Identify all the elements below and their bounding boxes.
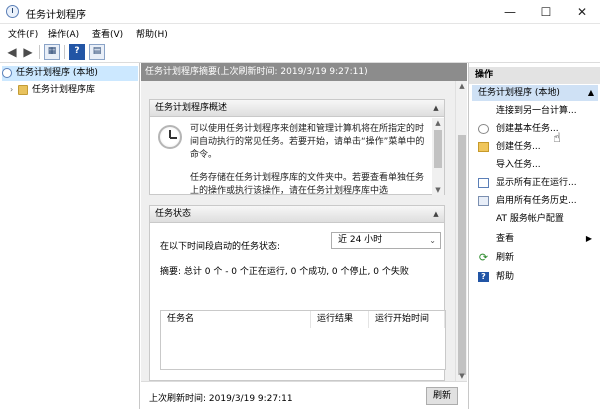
- column-header-run-start[interactable]: 运行开始时间: [369, 311, 445, 328]
- last-refresh-text: 上次刷新时间: 2019/3/19 9:27:11: [149, 394, 293, 404]
- action-help[interactable]: ? 帮助: [472, 268, 598, 286]
- action-label: AT 服务帐户配置: [496, 214, 564, 224]
- action-show-running[interactable]: 显示所有正在运行...: [472, 174, 598, 192]
- clock-icon: [2, 67, 12, 78]
- action-enable-history[interactable]: 启用所有任务历史...: [472, 192, 598, 210]
- refresh-icon: ⟳: [478, 251, 489, 264]
- action-label: 导入任务...: [496, 160, 541, 170]
- overview-para-2: 任务存储在任务计划程序库的文件夹中。若要查看单独任务上的操作或执行该操作，请在任…: [190, 173, 425, 196]
- menu-view[interactable]: 查看(V): [92, 27, 123, 40]
- action-import-task[interactable]: 导入任务...: [472, 156, 598, 174]
- status-title: 任务状态: [155, 209, 192, 219]
- column-header-run-result[interactable]: 运行结果: [311, 311, 369, 328]
- action-at-service-config[interactable]: AT 服务帐户配置: [472, 210, 598, 228]
- submenu-arrow-icon: ▶: [585, 234, 592, 243]
- help-icon[interactable]: ?: [69, 44, 85, 60]
- tree-item-root[interactable]: 任务计划程序 (本地): [2, 66, 138, 81]
- time-range-select[interactable]: 近 24 小时 ⌄: [331, 232, 441, 249]
- task-table: 任务名 运行结果 运行开始时间: [160, 310, 446, 370]
- properties-icon[interactable]: ▤: [89, 44, 105, 60]
- summary-header: 任务计划程序摘要(上次刷新时间: 2019/3/19 9:27:11): [141, 63, 467, 81]
- actions-pane: 操作 任务计划程序 (本地) ▲ 连接到另一台计算... 创建基本任务... 创…: [468, 63, 600, 409]
- overview-scrollbar[interactable]: ▲ ▼: [432, 118, 444, 195]
- scroll-down-icon[interactable]: ▼: [456, 371, 468, 381]
- action-refresh[interactable]: ⟳ 刷新: [472, 249, 598, 267]
- action-label: 显示所有正在运行...: [496, 178, 577, 188]
- status-section-header[interactable]: 任务状态 ▲: [150, 206, 444, 223]
- toolbar: ◀ ▶ ▦ ? ▤: [0, 41, 600, 63]
- help-icon: ?: [478, 272, 489, 282]
- menu-action[interactable]: 操作(A): [48, 27, 79, 40]
- expand-icon[interactable]: ›: [10, 82, 18, 97]
- menu-bar: 文件(F) 操作(A) 查看(V) 帮助(H): [0, 24, 600, 41]
- collapse-icon[interactable]: ▲: [588, 85, 594, 101]
- hand-cursor-icon: ☝: [553, 131, 561, 146]
- toolbar-separator: [39, 45, 40, 59]
- folder-icon: [18, 84, 28, 95]
- wizard-icon: [478, 124, 489, 134]
- scroll-up-icon[interactable]: ▲: [456, 81, 468, 91]
- status-summary: 摘要: 总计 0 个 - 0 个正在运行, 0 个成功, 0 个停止, 0 个失…: [160, 267, 409, 277]
- status-filter-label: 在以下时间段启动的任务状态:: [160, 242, 281, 252]
- center-pane: 任务计划程序摘要(上次刷新时间: 2019/3/19 9:27:11) 任务计划…: [141, 63, 467, 409]
- actions-group-label: 任务计划程序 (本地): [478, 88, 560, 98]
- collapse-icon[interactable]: ▲: [432, 211, 440, 218]
- overview-title: 任务计划程序概述: [155, 103, 228, 113]
- action-view[interactable]: 查看 ▶: [472, 230, 598, 248]
- toolbar-separator: [64, 45, 65, 59]
- tree-library-label: 任务计划程序库: [32, 85, 96, 95]
- tree-root-label: 任务计划程序 (本地): [16, 68, 98, 78]
- center-scrollbar[interactable]: ▲ ▼: [455, 81, 467, 381]
- tree-item-library[interactable]: › 任务计划程序库: [10, 82, 95, 97]
- action-label: 创建任务...: [496, 142, 541, 152]
- time-range-value: 近 24 小时: [338, 235, 383, 245]
- overview-para-1: 可以使用任务计划程序来创建和管理计算机将在所指定的时间自动执行的常见任务。若要开…: [190, 124, 425, 160]
- action-label: 启用所有任务历史...: [496, 196, 577, 206]
- action-label: 创建基本任务...: [496, 124, 559, 134]
- list-icon: [478, 178, 489, 188]
- show-tree-icon[interactable]: ▦: [44, 44, 60, 60]
- back-arrow-icon[interactable]: ◀: [4, 44, 20, 60]
- minimize-button[interactable]: —: [492, 0, 528, 24]
- action-label: 查看: [496, 234, 515, 244]
- action-create-task[interactable]: 创建任务...: [472, 138, 598, 156]
- center-footer: 上次刷新时间: 2019/3/19 9:27:11 刷新: [141, 381, 467, 409]
- actions-group-header[interactable]: 任务计划程序 (本地) ▲: [472, 85, 598, 101]
- action-label: 帮助: [496, 272, 515, 282]
- maximize-button[interactable]: ☐: [528, 0, 564, 24]
- summary-body: 任务计划程序概述 ▲ 可以使用任务计划程序来创建和管理计算机将在所指定的时间自动…: [141, 81, 455, 381]
- chevron-down-icon: ⌄: [429, 236, 436, 245]
- menu-help[interactable]: 帮助(H): [136, 27, 168, 40]
- refresh-button[interactable]: 刷新: [426, 387, 458, 405]
- overview-section: 任务计划程序概述 ▲ 可以使用任务计划程序来创建和管理计算机将在所指定的时间自动…: [149, 99, 445, 198]
- actions-header: 操作: [469, 67, 600, 84]
- clock-icon: [158, 125, 182, 149]
- history-icon: [478, 196, 489, 206]
- action-label: 连接到另一台计算...: [496, 106, 577, 116]
- title-bar: 任务计划程序 — ☐ ✕: [0, 0, 600, 24]
- menu-file[interactable]: 文件(F): [8, 27, 38, 40]
- navigation-tree: 任务计划程序 (本地) › 任务计划程序库: [0, 63, 140, 409]
- action-create-basic-task[interactable]: 创建基本任务...: [472, 120, 598, 138]
- scroll-up-icon[interactable]: ▲: [432, 118, 444, 128]
- column-header-task-name[interactable]: 任务名: [161, 311, 311, 328]
- forward-arrow-icon[interactable]: ▶: [20, 44, 36, 60]
- scroll-thumb[interactable]: [458, 135, 466, 375]
- overview-text: 可以使用任务计划程序来创建和管理计算机将在所指定的时间自动执行的常见任务。若要开…: [190, 123, 430, 198]
- close-button[interactable]: ✕: [564, 0, 600, 24]
- scroll-thumb[interactable]: [434, 130, 442, 168]
- new-task-icon: [478, 142, 489, 152]
- collapse-icon[interactable]: ▲: [432, 105, 440, 112]
- action-label: 刷新: [496, 253, 515, 263]
- action-connect-computer[interactable]: 连接到另一台计算...: [472, 102, 598, 120]
- task-status-section: 任务状态 ▲ 在以下时间段启动的任务状态: 近 24 小时 ⌄ 摘要: 总计 0…: [149, 205, 446, 381]
- overview-section-header[interactable]: 任务计划程序概述 ▲: [150, 100, 444, 117]
- scroll-down-icon[interactable]: ▼: [432, 185, 444, 195]
- clock-app-icon: [6, 5, 19, 18]
- window-title: 任务计划程序: [26, 10, 86, 21]
